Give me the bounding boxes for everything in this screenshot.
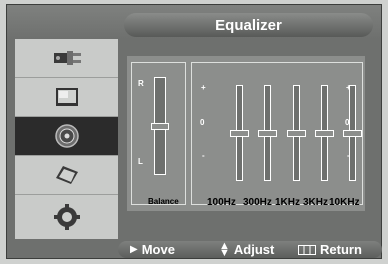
frequency-label: 10KHz [329,197,360,208]
move-hint: ▶ Move [130,241,175,258]
frequency-label: 100Hz [207,197,236,208]
bands-box: + 0 - + 0 - [191,62,363,205]
sidebar-item-sound[interactable] [15,117,118,156]
sidebar-item-input[interactable] [15,39,118,78]
balance-left-label: L [138,157,143,166]
sidebar-item-picture[interactable] [15,78,118,117]
scale-zero-left: 0 [200,118,205,127]
band-slider-knob[interactable] [258,130,277,137]
balance-slider-knob[interactable] [151,123,169,130]
adjust-hint: ▲ ▼ Adjust [219,239,275,259]
window-icon [55,166,78,184]
band-slider-knob[interactable] [315,130,334,137]
equalizer-menu: Equalizer R L + 0 - 0 Balance 100Hz 300H… [6,4,382,259]
frequency-label: 300Hz [243,197,272,208]
move-label: Move [141,242,175,257]
band-slider-knob[interactable] [343,130,362,137]
gear-icon [53,204,80,230]
plug-icon [53,51,81,65]
speaker-icon [54,124,79,148]
scale-minus-left: - [202,151,205,160]
adjust-label: Adjust [233,242,275,257]
frequency-label: 3KHz [303,197,329,208]
return-label: Return [320,242,362,257]
balance-right-label: R [138,79,144,88]
picture-icon [55,88,78,106]
return-hint: Return [298,241,362,258]
up-down-arrow-icon: ▲ ▼ [219,239,230,259]
frequency-label: 1KHz [275,197,301,208]
menu-title: Equalizer [124,13,373,37]
content-area: R L + 0 - + 0 - [118,39,377,239]
band-slider-knob[interactable] [287,130,306,137]
right-arrow-icon: ▶ [130,244,138,255]
menu-icon [298,244,316,255]
scale-plus-left: + [201,83,206,92]
balance-box: R L [131,62,186,205]
balance-label: Balance [148,197,179,206]
equalizer-panel: R L + 0 - + 0 - [127,56,365,211]
band-slider-knob[interactable] [230,130,249,137]
sidebar-item-setup[interactable] [15,195,118,239]
bottom-help-bar: ▶ Move ▲ ▼ Adjust Return [118,239,382,260]
sidebar-item-channel[interactable] [15,156,118,195]
title-bar: Equalizer [7,5,381,39]
sidebar [15,39,118,239]
